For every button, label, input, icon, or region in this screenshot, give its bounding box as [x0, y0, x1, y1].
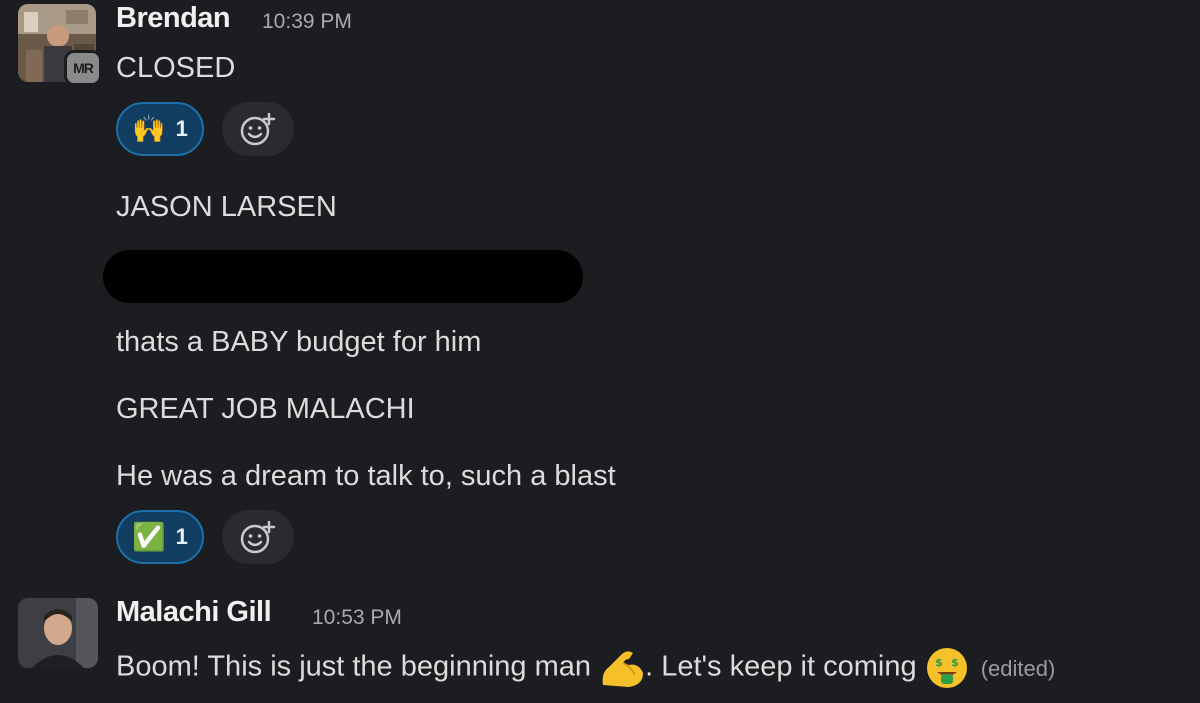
raising-hands-icon: 🙌: [132, 113, 166, 144]
redacted-block: [103, 250, 583, 303]
reaction-count: 1: [175, 524, 188, 549]
message-text-part: . Let's keep it coming: [645, 650, 917, 683]
message-text: He was a dream to talk to, such a blast: [116, 460, 616, 492]
check-mark-icon: ✅: [132, 521, 166, 552]
reaction-raising-hands[interactable]: 🙌 1: [116, 102, 204, 156]
message-text: Boom! This is just the beginning man . L…: [116, 646, 1055, 690]
message-text-part: Boom! This is just the beginning man: [116, 650, 592, 683]
svg-text:$: $: [951, 656, 959, 669]
message-list: MR Brendan 10:39 PM CLOSED 🙌 1 JASON LAR…: [0, 0, 1200, 703]
message-text: thats a BABY budget for him: [116, 326, 482, 358]
timestamp[interactable]: 10:53 PM: [312, 606, 402, 630]
money-mouth-face-icon: $ $: [926, 648, 967, 688]
add-emoji-icon: [240, 520, 276, 554]
add-reaction-button[interactable]: [222, 102, 294, 156]
avatar[interactable]: [18, 598, 98, 668]
message-text: GREAT JOB MALACHI: [116, 393, 415, 425]
reaction-check-mark[interactable]: ✅ 1: [116, 510, 204, 564]
flexed-biceps-icon: [602, 651, 644, 687]
avatar-badge: MR: [64, 50, 102, 86]
svg-text:$: $: [935, 656, 943, 669]
sender-name[interactable]: Malachi Gill: [116, 596, 272, 629]
message-text: JASON LARSEN: [116, 191, 337, 223]
timestamp[interactable]: 10:39 PM: [262, 10, 352, 34]
reaction-count: 1: [175, 116, 188, 141]
sender-name[interactable]: Brendan: [116, 2, 231, 35]
add-emoji-icon: [240, 112, 276, 146]
add-reaction-button[interactable]: [222, 510, 294, 564]
message-text: CLOSED: [116, 52, 236, 84]
edited-label: (edited): [980, 655, 1056, 681]
